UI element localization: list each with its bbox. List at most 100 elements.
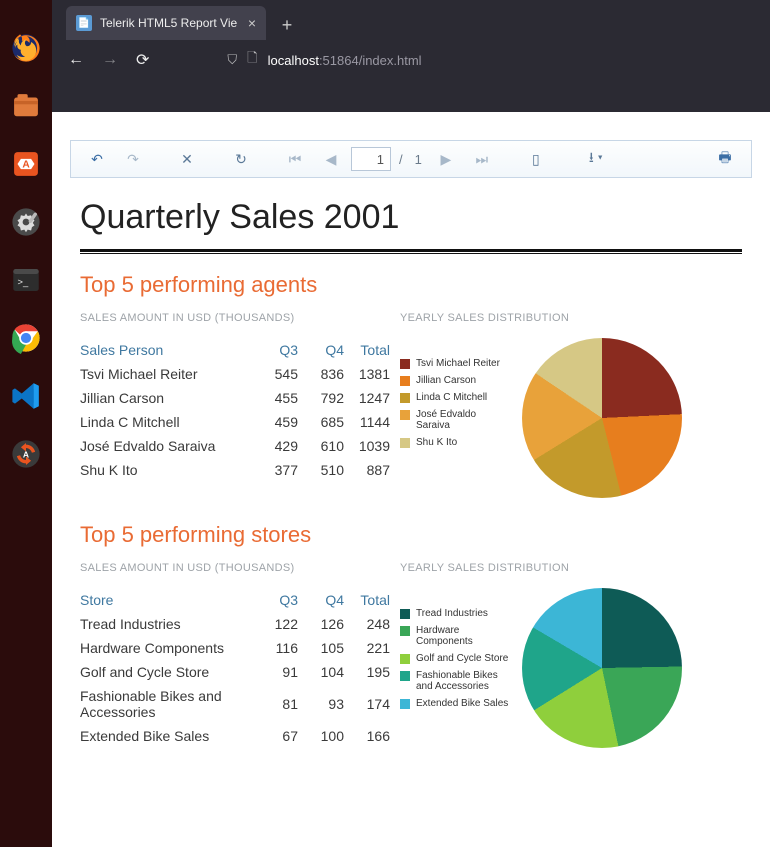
stores-subhead-right: YEARLY SALES DISTRIBUTION [400,562,742,574]
svg-text:>_: >_ [18,277,29,287]
legend-item: Linda C Mitchell [400,392,510,403]
history-back-button[interactable]: ↶ [81,145,113,173]
new-tab-button[interactable]: + [272,10,302,40]
dock-updater-icon[interactable]: A [6,434,46,474]
table-row: Shu K Ito377510887 [80,458,390,482]
legend-item: Tsvi Michael Reiter [400,358,510,369]
browser-chrome: 📄 Telerik HTML5 Report Vie × + ← → ⟳ ⛉ 🗋… [52,0,770,112]
legend-item: Extended Bike Sales [400,698,510,709]
agents-subhead-right: YEARLY SALES DISTRIBUTION [400,312,742,324]
page-info-icon[interactable]: 🗋 [247,49,257,71]
shield-icon: ⛉ [227,52,237,68]
swatch-icon [400,376,410,386]
stores-subhead-left: SALES AMOUNT IN USD (THOUSANDS) [80,562,390,574]
swatch-icon [400,438,410,448]
print-button[interactable]: 🖶 [709,145,741,173]
table-row: Tsvi Michael Reiter5458361381 [80,362,390,386]
legend-item: José Edvaldo Saraiva [400,409,510,431]
table-header-row: Store Q3 Q4 Total [80,588,390,612]
history-forward-button[interactable]: ↷ [117,145,149,173]
os-dock: A >_ A [0,0,52,847]
dock-firefox-icon[interactable] [6,28,46,68]
legend-item: Jillian Carson [400,375,510,386]
page-separator: / [395,152,407,167]
stop-button[interactable]: ✕ [171,145,203,173]
table-row: Extended Bike Sales67100166 [80,724,390,748]
dock-terminal-icon[interactable]: >_ [6,260,46,300]
table-row: Jillian Carson4557921247 [80,386,390,410]
browser-navbar: ← → ⟳ ⛉ 🗋 localhost:51864/index.html [52,40,770,80]
swatch-icon [400,626,410,636]
page-number-input[interactable] [351,147,391,171]
agents-table: Sales Person Q3 Q4 Total Tsvi Michael Re… [80,338,390,482]
svg-text:A: A [23,449,29,459]
nav-back-icon[interactable]: ← [68,51,84,69]
table-row: José Edvaldo Saraiva4296101039 [80,434,390,458]
swatch-icon [400,654,410,664]
table-row: Linda C Mitchell4596851144 [80,410,390,434]
col-q3: Q3 [252,588,298,612]
legend-item: Tread Industries [400,608,510,619]
url-bar[interactable]: ⛉ 🗋 localhost:51864/index.html [227,49,421,71]
stores-heading: Top 5 performing stores [80,522,742,548]
col-q4: Q4 [298,338,344,362]
table-row: Tread Industries122126248 [80,612,390,636]
table-row: Fashionable Bikes and Accessories8193174 [80,684,390,724]
title-rule [80,249,742,254]
swatch-icon [400,410,410,420]
stores-pie-chart [522,588,682,748]
dock-software-icon[interactable]: A [6,144,46,184]
agents-pie-chart [522,338,682,498]
legend-item: Golf and Cycle Store [400,653,510,664]
swatch-icon [400,393,410,403]
stores-pie-legend: Tread Industries Hardware Components Gol… [400,588,510,709]
table-row: Golf and Cycle Store91104195 [80,660,390,684]
next-page-button[interactable]: ▶ [430,145,462,173]
url-port: :51864 [319,53,359,68]
refresh-button[interactable]: ↻ [225,145,257,173]
nav-forward-icon[interactable]: → [102,51,118,69]
col-store: Store [80,588,252,612]
nav-reload-icon[interactable]: ⟳ [136,50,149,70]
tab-strip: 📄 Telerik HTML5 Report Vie × + [52,0,770,40]
col-salesperson: Sales Person [80,338,252,362]
report-title: Quarterly Sales 2001 [80,198,742,237]
col-q4: Q4 [298,588,344,612]
url-path: /index.html [359,53,422,68]
swatch-icon [400,699,410,709]
url-host: localhost [268,53,319,68]
page-content: ↶ ↷ ✕ ↻ ⏮ ◀ / 1 ▶ ⏭ ▯ ⭳ ▾ 🖶 Quarterly Sa… [52,112,770,847]
agents-heading: Top 5 performing agents [80,272,742,298]
agents-pie-legend: Tsvi Michael Reiter Jillian Carson Linda… [400,338,510,448]
swatch-icon [400,609,410,619]
agents-section: SALES AMOUNT IN USD (THOUSANDS) Sales Pe… [80,312,742,498]
dock-chrome-icon[interactable] [6,318,46,358]
legend-item: Hardware Components [400,625,510,647]
report-body: Quarterly Sales 2001 Top 5 performing ag… [52,178,770,748]
browser-tab[interactable]: 📄 Telerik HTML5 Report Vie × [66,6,266,40]
first-page-button[interactable]: ⏮ [279,145,311,173]
export-button[interactable]: ⭳ ▾ [574,145,618,173]
col-total: Total [344,338,390,362]
legend-item: Shu K Ito [400,437,510,448]
prev-page-button[interactable]: ◀ [315,145,347,173]
last-page-button[interactable]: ⏭ [466,145,498,173]
svg-text:A: A [22,159,30,170]
col-q3: Q3 [252,338,298,362]
swatch-icon [400,671,410,681]
swatch-icon [400,359,410,369]
stores-table: Store Q3 Q4 Total Tread Industries122126… [80,588,390,748]
tab-favicon-icon: 📄 [76,15,92,31]
legend-item: Fashionable Bikes and Accessories [400,670,510,692]
page-total: 1 [411,152,426,167]
dock-files-icon[interactable] [6,86,46,126]
table-row: Hardware Components116105221 [80,636,390,660]
stores-section: SALES AMOUNT IN USD (THOUSANDS) Store Q3… [80,562,742,748]
dock-settings-icon[interactable] [6,202,46,242]
dock-vscode-icon[interactable] [6,376,46,416]
tab-title: Telerik HTML5 Report Vie [100,16,240,30]
report-toolbar: ↶ ↷ ✕ ↻ ⏮ ◀ / 1 ▶ ⏭ ▯ ⭳ ▾ 🖶 [70,140,752,178]
page-setup-button[interactable]: ▯ [520,145,552,173]
tab-close-icon[interactable]: × [248,15,256,31]
agents-subhead-left: SALES AMOUNT IN USD (THOUSANDS) [80,312,390,324]
